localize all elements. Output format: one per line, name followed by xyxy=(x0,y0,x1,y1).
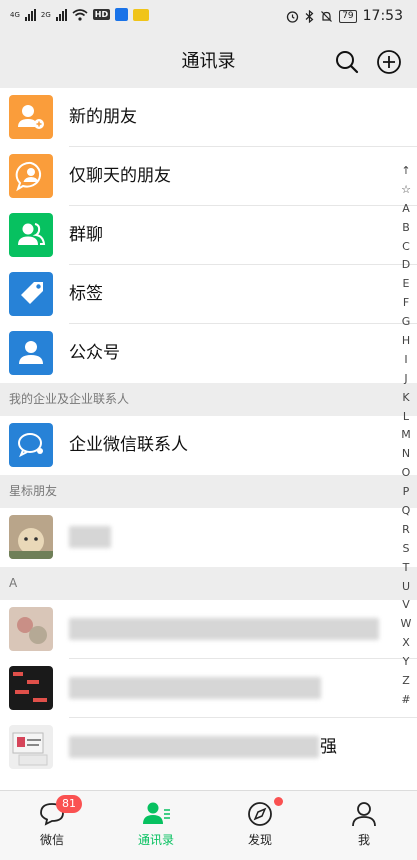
index-letter[interactable]: E xyxy=(403,275,410,294)
section-header-enterprise: 我的企业及企业联系人 xyxy=(0,383,417,416)
index-letter[interactable]: G xyxy=(402,313,411,332)
app-notification-icon-2 xyxy=(133,8,150,21)
signal-icon xyxy=(24,8,36,21)
index-letter[interactable]: H xyxy=(402,332,410,351)
app-notification-icon xyxy=(115,8,129,21)
index-letter[interactable]: L xyxy=(403,408,409,427)
function-label: 标签 xyxy=(69,284,103,304)
status-clock: 17:53 xyxy=(362,8,403,24)
person-icon xyxy=(352,802,376,827)
index-letter[interactable]: B xyxy=(402,219,410,238)
contact-row[interactable]: 强 xyxy=(0,718,417,777)
contact-row[interactable] xyxy=(0,508,417,567)
tab-label: 微信 xyxy=(39,833,64,847)
index-letter[interactable]: I xyxy=(404,351,407,370)
redacted-name xyxy=(69,618,379,640)
add-circle-icon[interactable] xyxy=(376,49,402,75)
alphabet-index[interactable]: ↑ ☆ A B C D E F G H I J K L M N O P Q R S T U V W X Y Z # xyxy=(399,162,413,710)
index-letter[interactable]: P xyxy=(403,483,410,502)
signal-icon-2 xyxy=(55,8,67,21)
function-label: 仅聊天的朋友 xyxy=(69,166,171,186)
function-label: 公众号 xyxy=(69,343,120,363)
index-letter[interactable]: J xyxy=(404,370,407,389)
chat-only-friends-entry[interactable]: 仅聊天的朋友 xyxy=(0,147,417,206)
top-nav-bar: 通讯录 xyxy=(0,36,417,88)
tab-label: 通讯录 xyxy=(137,833,174,847)
redacted-name xyxy=(69,736,319,758)
index-letter[interactable]: D xyxy=(402,256,410,275)
index-letter[interactable]: R xyxy=(402,521,410,540)
contacts-list[interactable]: 新的朋友 仅聊天的朋友 群聊 标签 公众号 我的企业及企业联系人 企业微信联系人… xyxy=(0,88,417,777)
notification-dot xyxy=(274,797,283,806)
chat-only-friend-icon xyxy=(9,154,53,198)
mute-icon xyxy=(321,10,333,22)
unread-badge: 81 xyxy=(56,795,82,813)
contact-row[interactable] xyxy=(0,659,417,718)
index-letter[interactable]: F xyxy=(403,294,409,313)
group-chats-entry[interactable]: 群聊 xyxy=(0,206,417,265)
contact-avatar xyxy=(9,666,53,710)
index-letter[interactable]: ☆ xyxy=(401,181,411,200)
network-type-label: 4G xyxy=(10,10,20,19)
status-bar: 4G 2G HD 79 17:53 xyxy=(0,0,417,36)
index-letter[interactable]: S xyxy=(403,540,410,559)
wifi-icon xyxy=(72,8,88,21)
index-letter[interactable]: M xyxy=(401,426,411,445)
function-label: 企业微信联系人 xyxy=(69,435,188,455)
contact-avatar xyxy=(9,725,53,769)
hd-badge: HD xyxy=(92,9,111,20)
function-label: 群聊 xyxy=(69,225,103,245)
function-label: 新的朋友 xyxy=(69,107,137,127)
index-letter[interactable]: Q xyxy=(402,502,411,521)
enterprise-contact-icon xyxy=(9,423,53,467)
contact-avatar xyxy=(9,607,53,651)
add-friend-icon xyxy=(9,95,53,139)
index-letter[interactable]: U xyxy=(402,578,410,597)
network-type-label-2: 2G xyxy=(40,10,51,19)
contact-row[interactable] xyxy=(0,600,417,659)
contacts-icon xyxy=(143,802,170,824)
index-letter[interactable]: # xyxy=(401,691,410,710)
section-header-a: A xyxy=(0,567,417,600)
contact-avatar xyxy=(9,515,53,559)
official-account-icon xyxy=(9,331,53,375)
search-icon[interactable] xyxy=(334,49,360,75)
index-letter[interactable]: C xyxy=(402,238,410,257)
index-letter[interactable]: Y xyxy=(403,653,410,672)
tag-icon xyxy=(9,272,53,316)
enterprise-contacts-entry[interactable]: 企业微信联系人 xyxy=(0,416,417,475)
index-letter[interactable]: X xyxy=(402,634,410,653)
index-letter[interactable]: N xyxy=(402,445,410,464)
index-letter[interactable]: K xyxy=(402,389,409,408)
section-header-starred: 星标朋友 xyxy=(0,475,417,508)
tab-label: 我 xyxy=(357,833,370,847)
redacted-name xyxy=(69,526,111,548)
group-chat-icon xyxy=(9,213,53,257)
index-letter[interactable]: ↑ xyxy=(401,162,410,181)
tab-label: 发现 xyxy=(247,833,272,847)
redacted-name xyxy=(69,677,321,699)
index-letter[interactable]: O xyxy=(402,464,411,483)
bottom-tab-bar: 81 微信 通讯录 发现 我 xyxy=(0,790,417,860)
compass-icon xyxy=(248,802,272,826)
index-letter[interactable]: A xyxy=(402,200,410,219)
tab-me[interactable]: 我 xyxy=(312,791,416,860)
alarm-icon xyxy=(287,10,299,23)
official-accounts-entry[interactable]: 公众号 xyxy=(0,324,417,383)
battery-indicator: 79 xyxy=(339,9,357,23)
bluetooth-icon xyxy=(305,9,314,23)
tab-contacts[interactable]: 通讯录 xyxy=(104,791,208,860)
index-letter[interactable]: W xyxy=(401,615,412,634)
tab-discover[interactable]: 发现 xyxy=(208,791,312,860)
index-letter[interactable]: V xyxy=(402,596,410,615)
index-letter[interactable]: Z xyxy=(402,672,410,691)
tags-entry[interactable]: 标签 xyxy=(0,265,417,324)
index-letter[interactable]: T xyxy=(403,559,410,578)
contact-name-suffix: 强 xyxy=(320,737,337,757)
tab-chats[interactable]: 81 微信 xyxy=(0,791,104,860)
new-friends-entry[interactable]: 新的朋友 xyxy=(0,88,417,147)
